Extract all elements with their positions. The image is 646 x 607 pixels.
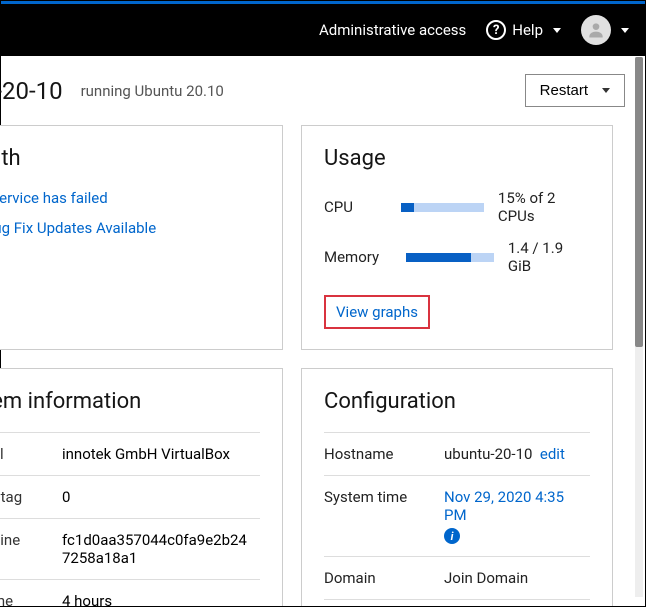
config-title: Configuration [324,389,590,414]
systime-link[interactable]: Nov 29, 2020 4:35 PM [444,488,564,524]
health-updates-link[interactable]: Bug Fix Updates Available [0,219,260,237]
help-menu[interactable]: ? Help [486,20,561,40]
config-systime-row: System time Nov 29, 2020 4:35 PM i [324,475,590,556]
mem-label: Memory [324,248,406,266]
sysinfo-val: 0 [54,476,260,519]
config-card: Configuration Hostname ubuntu-20-10 edit… [301,368,613,606]
avatar [581,15,611,45]
hostname-value: ubuntu-20-10 edit [444,445,590,463]
cpu-bar [401,203,484,212]
cpu-label: CPU [324,198,401,216]
hostname-label: Hostname [324,445,444,463]
cpu-value: 15% of 2 CPUs [498,189,590,225]
usage-title: Usage [324,146,590,171]
page-header: ntu-20-10 running Ubuntu 20.10 Restart [0,68,645,125]
mem-bar [406,253,494,262]
help-icon: ? [486,20,506,40]
mem-value: 1.4 / 1.9 GiB [508,239,590,275]
systime-value: Nov 29, 2020 4:35 PM i [444,488,590,544]
help-label: Help [512,21,543,39]
page-title: ntu-20-10 [0,77,63,105]
config-perf-row: Performance profile none [324,599,590,606]
sysinfo-table: elinnotek GmbH VirtualBox t tag0 hinefc1… [0,432,260,606]
systime-label: System time [324,488,444,506]
sysinfo-key: el [0,433,54,476]
table-row: t tag0 [0,476,260,519]
table-row: hinefc1d0aa357044c0fa9e2b247258a18a1 [0,519,260,580]
chevron-down-icon [621,28,629,33]
config-domain-row: Domain Join Domain [324,556,590,599]
sysinfo-card: tem information elinnotek GmbH VirtualBo… [0,368,283,606]
top-navbar: Administrative access ? Help [1,4,645,56]
sysinfo-key: me [0,580,54,607]
hostname-text: ubuntu-20-10 [444,445,532,463]
info-icon[interactable]: i [444,528,460,544]
admin-access-label: Administrative access [319,21,466,39]
chevron-down-icon [602,88,610,93]
usage-cpu-row: CPU 15% of 2 CPUs [324,189,590,225]
sysinfo-key: t tag [0,476,54,519]
mem-bar-fill [406,253,471,262]
domain-link[interactable]: Join Domain [444,569,590,587]
cpu-bar-fill [401,203,413,212]
table-row: me4 hours [0,580,260,607]
config-hostname-row: Hostname ubuntu-20-10 edit [324,432,590,475]
hostname-edit-link[interactable]: edit [540,445,565,463]
table-row: elinnotek GmbH VirtualBox [0,433,260,476]
usage-card: Usage CPU 15% of 2 CPUs Memory 1.4 / 1.9… [301,125,613,350]
page-subtitle: running Ubuntu 20.10 [81,82,224,100]
usage-mem-row: Memory 1.4 / 1.9 GiB [324,239,590,275]
restart-button[interactable]: Restart [525,74,625,107]
sysinfo-val: innotek GmbH VirtualBox [54,433,260,476]
view-graphs-link[interactable]: View graphs [324,295,430,329]
sysinfo-key: hine [0,519,54,580]
sysinfo-val: 4 hours [54,580,260,607]
health-service-failed-link[interactable]: l service has failed [0,189,260,207]
domain-label: Domain [324,569,444,587]
health-title: alth [0,146,260,171]
chevron-down-icon [553,28,561,33]
restart-label: Restart [540,82,588,99]
sysinfo-title: tem information [0,389,260,414]
user-menu[interactable] [581,15,629,45]
admin-access-toggle[interactable]: Administrative access [319,21,466,39]
health-card: alth l service has failed Bug Fix Update… [0,125,283,350]
main-content: ntu-20-10 running Ubuntu 20.10 Restart a… [0,56,645,606]
sysinfo-val: fc1d0aa357044c0fa9e2b247258a18a1 [54,519,260,580]
